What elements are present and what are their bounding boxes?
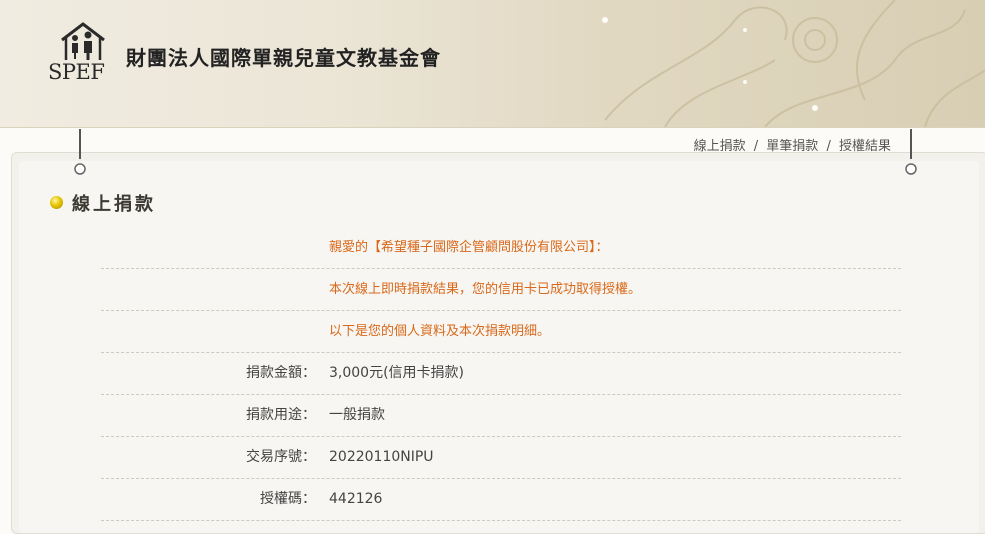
- floral-decoration: [602, 0, 985, 127]
- detail-label: 捐款用途：: [246, 407, 316, 423]
- section-title: 線上捐款: [72, 190, 156, 216]
- detail-value: 3,000元(信用卡捐款): [329, 365, 465, 381]
- detail-label: 授權碼：: [260, 491, 316, 507]
- logo[interactable]: SPEF: [48, 22, 118, 84]
- authorization-message: 本次線上即時捐款結果，您的信用卡已成功取得授權。: [329, 282, 642, 297]
- greeting-message: 親愛的【希望種子國際企管顧問股份有限公司】：: [329, 240, 609, 255]
- hanger-hook-icon: [74, 129, 86, 175]
- hanger-hook-icon: [905, 129, 917, 175]
- detail-value: 442126: [329, 491, 383, 507]
- detail-row-amount: 捐款金額： 3,000元(信用卡捐款): [101, 353, 901, 395]
- section-title-text: 線上捐款: [72, 194, 156, 215]
- message-row: 本次線上即時捐款結果，您的信用卡已成功取得授權。: [101, 269, 901, 311]
- message-row: 親愛的【希望種子國際企管顧問股份有限公司】：: [101, 227, 901, 269]
- detail-row-auth-code: 授權碼： 442126: [101, 479, 901, 521]
- bullet-dot-icon: [50, 196, 63, 209]
- site-header: SPEF 財團法人國際單親兒童文教基金會: [0, 0, 985, 128]
- details-intro-message: 以下是您的個人資料及本次捐款明細。: [329, 324, 551, 339]
- detail-value: 一般捐款: [329, 407, 385, 423]
- family-house-icon: [61, 22, 105, 60]
- detail-row-purpose: 捐款用途： 一般捐款: [101, 395, 901, 437]
- detail-value: 20220110NIPU: [329, 449, 434, 465]
- detail-row-transaction-id: 交易序號： 20220110NIPU: [101, 437, 901, 479]
- logo-text: SPEF: [48, 60, 105, 84]
- message-row: 以下是您的個人資料及本次捐款明細。: [101, 311, 901, 353]
- detail-label: 交易序號：: [246, 449, 316, 465]
- organization-name: 財團法人國際單親兒童文教基金會: [126, 46, 441, 70]
- detail-label: 捐款金額：: [246, 365, 316, 381]
